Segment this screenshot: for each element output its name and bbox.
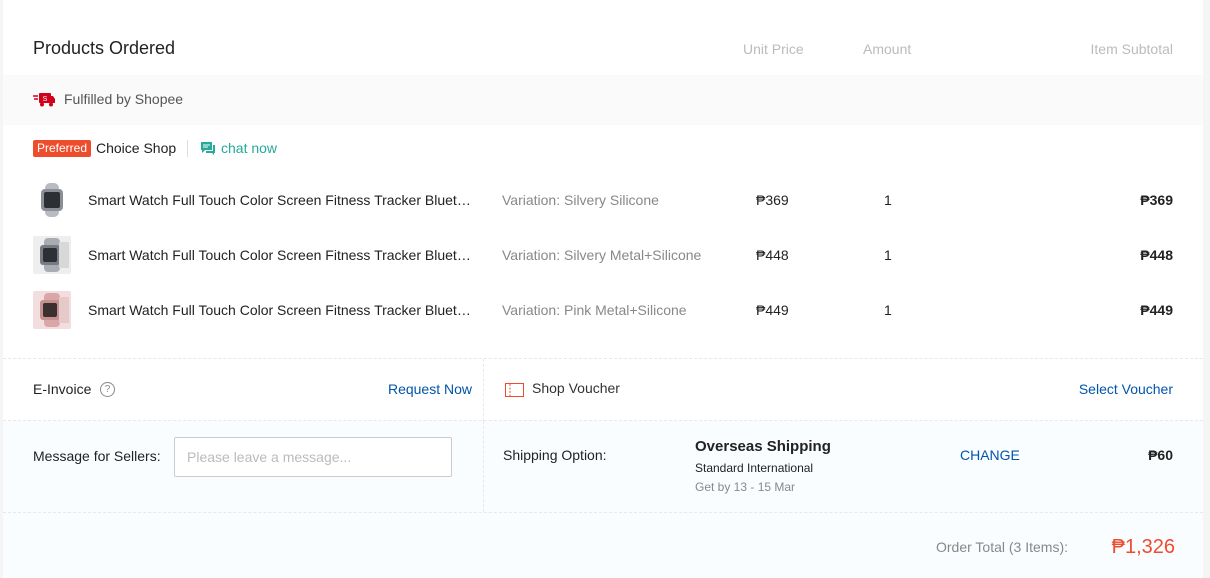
fulfilled-by-label: Fulfilled by Shopee — [64, 91, 184, 107]
shop-name[interactable]: Choice Shop — [96, 140, 176, 156]
product-name[interactable]: Smart Watch Full Touch Color Screen Fitn… — [88, 247, 473, 263]
amount: 1 — [884, 247, 892, 263]
item-subtotal: ₱448 — [1140, 247, 1173, 263]
item-subtotal: ₱369 — [1140, 192, 1173, 208]
shipping-method: Overseas Shipping — [695, 438, 831, 455]
product-name[interactable]: Smart Watch Full Touch Color Screen Fitn… — [88, 192, 473, 208]
message-input[interactable] — [174, 437, 452, 477]
unit-price: ₱369 — [756, 192, 789, 208]
product-thumbnail[interactable] — [33, 291, 71, 329]
voucher-icon — [505, 383, 524, 397]
shop-voucher-label: Shop Voucher — [532, 380, 620, 396]
svg-text:S: S — [43, 96, 48, 103]
product-variation: Variation: Silvery Metal+Silicone — [502, 247, 702, 263]
section-divider — [3, 512, 1203, 513]
amount: 1 — [884, 302, 892, 318]
shipping-fee: ₱60 — [1148, 447, 1173, 463]
unit-price: ₱449 — [756, 302, 789, 318]
product-variation: Variation: Silvery Silicone — [502, 192, 659, 208]
preferred-badge: Preferred — [33, 140, 92, 157]
col-item-subtotal: Item Subtotal — [1090, 41, 1174, 57]
chat-icon[interactable] — [200, 140, 216, 156]
select-voucher-link[interactable]: Select Voucher — [1079, 381, 1173, 397]
shipping-eta: Get by 13 - 15 Mar — [695, 480, 796, 494]
shipping-service: Standard International — [695, 461, 814, 475]
change-shipping-button[interactable]: CHANGE — [960, 447, 1020, 463]
item-subtotal: ₱449 — [1140, 302, 1173, 318]
product-thumbnail[interactable] — [33, 236, 71, 274]
unit-price: ₱448 — [756, 247, 789, 263]
help-icon[interactable]: ? — [100, 382, 115, 397]
e-invoice-label: E-Invoice — [33, 381, 92, 397]
column-divider — [483, 359, 484, 421]
shopee-truck-icon: S — [33, 93, 55, 107]
product-variation: Variation: Pink Metal+Silicone — [502, 302, 687, 318]
col-amount: Amount — [863, 41, 912, 57]
order-total-label: Order Total (3 Items): — [936, 539, 1069, 555]
product-thumbnail[interactable] — [33, 181, 71, 219]
message-label: Message for Sellers: — [33, 448, 161, 464]
product-name[interactable]: Smart Watch Full Touch Color Screen Fitn… — [88, 302, 473, 318]
section-divider — [3, 358, 1203, 359]
request-now-link[interactable]: Request Now — [388, 381, 472, 397]
order-total-value: ₱1,326 — [1111, 536, 1175, 558]
divider — [187, 140, 188, 157]
products-ordered-card: Products Ordered Unit Price Amount Item … — [3, 0, 1203, 578]
amount: 1 — [884, 192, 892, 208]
column-divider — [483, 421, 484, 512]
chat-now-link[interactable]: chat now — [221, 140, 277, 156]
col-unit-price: Unit Price — [743, 41, 804, 57]
section-title: Products Ordered — [33, 38, 176, 58]
shipping-option-label: Shipping Option: — [503, 447, 607, 463]
